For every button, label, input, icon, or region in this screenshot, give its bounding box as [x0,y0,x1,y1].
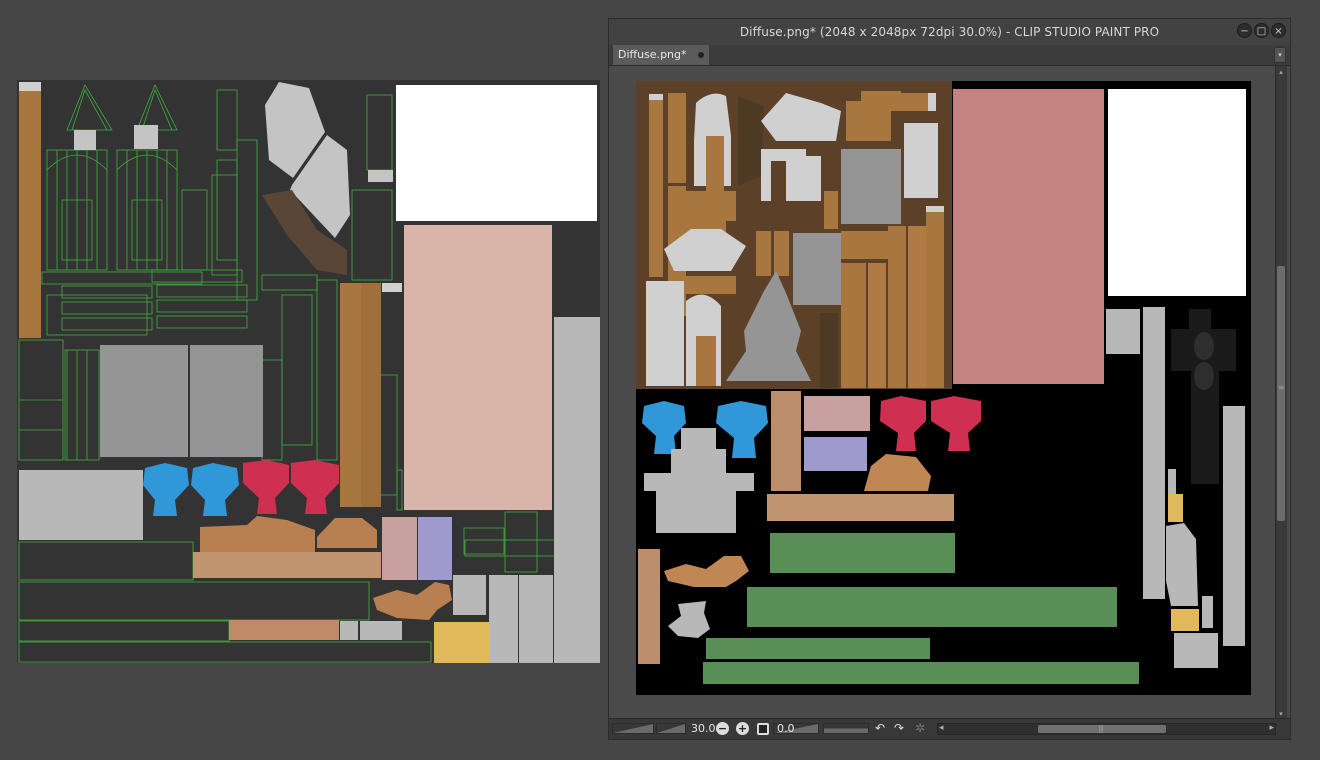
settings-icon[interactable]: ✲ [915,721,925,735]
slider-left[interactable] [612,723,654,734]
tab-label: Diffuse.png* [618,48,687,61]
tab-close-dot-icon[interactable] [698,52,704,58]
zoom-value[interactable]: 30.0 [691,722,716,735]
horizontal-scrollbar[interactable]: ◂ ||| ▸ [937,723,1276,735]
tab-menu-button[interactable]: ▾ [1274,47,1286,63]
hscroll-grip-icon: ||| [1098,724,1104,733]
tab-diffuse[interactable]: Diffuse.png* [613,45,709,65]
scroll-grip-icon: ≡ [1278,383,1285,392]
scroll-down-icon[interactable]: ▾ [1277,710,1285,718]
scroll-right-icon[interactable]: ▸ [1269,723,1274,733]
scroll-up-icon[interactable]: ▴ [1277,68,1285,76]
status-bar: 30.0 − + 0.0 ↶ ↷ ✲ ◂ ||| ▸ [609,718,1290,739]
redo-icon[interactable]: ↷ [894,721,904,735]
uv-layout-graphic [18,82,600,663]
scroll-left-icon[interactable]: ◂ [939,723,944,733]
zoom-slider[interactable] [656,723,686,734]
uv-layout-panel [17,80,600,663]
zoom-out-icon[interactable]: − [716,722,729,735]
minimize-icon[interactable]: − [1237,23,1252,38]
window-title: Diffuse.png* (2048 x 2048px 72dpi 30.0%)… [739,25,1160,39]
vertical-scroll-thumb[interactable] [1277,266,1285,521]
rotation-value[interactable]: 0.0 [777,722,795,735]
canvas-area[interactable] [613,66,1277,718]
tab-bar: Diffuse.png* ▾ [609,45,1290,66]
window-titlebar[interactable]: Diffuse.png* (2048 x 2048px 72dpi 30.0%)… [609,19,1290,45]
rotation-dial[interactable] [823,723,869,734]
maximize-icon[interactable]: □ [1254,23,1269,38]
zoom-in-icon[interactable]: + [736,722,749,735]
texture-graphic [636,81,1246,684]
vertical-scrollbar[interactable]: ▴ ≡ ▾ [1275,66,1287,720]
texture-canvas[interactable] [636,81,1251,695]
document-window: Diffuse.png* (2048 x 2048px 72dpi 30.0%)… [608,18,1291,740]
close-icon[interactable]: × [1271,23,1286,38]
undo-icon[interactable]: ↶ [875,721,885,735]
fit-icon[interactable] [757,723,769,735]
